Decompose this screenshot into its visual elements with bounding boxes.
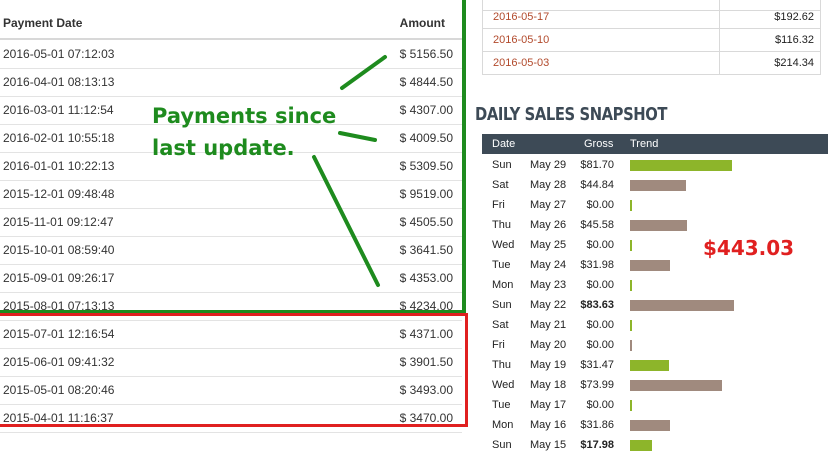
trend-bar	[630, 380, 722, 391]
snapshot-row: Sat May 28 $44.84	[482, 175, 828, 195]
gross-value: $0.00	[586, 279, 614, 291]
snapshot-trend-header: Trend	[630, 138, 659, 150]
table-row: 2016-05-10 $116.32	[482, 29, 821, 52]
day-of-week: Fri	[492, 199, 505, 211]
recent-date[interactable]: 2016-05-17	[493, 11, 549, 23]
snapshot-date: May 16	[530, 419, 567, 431]
gross-value: $17.98	[580, 439, 614, 451]
sales-total-annotation: $443.03	[703, 236, 795, 260]
day-of-week: Fri	[492, 339, 505, 351]
table-row: 2016-05-17 $192.62	[482, 6, 821, 29]
snapshot-row: Thu May 26 $45.58	[482, 215, 828, 235]
snapshot-row: Fri May 20 $0.00	[482, 335, 828, 355]
trend-bar	[630, 400, 632, 411]
trend-bar	[630, 220, 687, 231]
snapshot-gross-header: Gross	[584, 138, 614, 150]
snapshot-row: Fri May 27 $0.00	[482, 195, 828, 215]
day-of-week: Sun	[492, 439, 512, 451]
trend-bar	[630, 420, 670, 431]
gross-value: $0.00	[586, 399, 614, 411]
gross-value: $0.00	[586, 339, 614, 351]
payments-annotation: Payments since last update.	[152, 100, 352, 164]
day-of-week: Tue	[492, 259, 511, 271]
arrow-line-top	[340, 55, 387, 90]
gross-value: $44.84	[580, 179, 614, 191]
trend-bar	[630, 180, 686, 191]
recent-date[interactable]: 2016-05-03	[493, 57, 549, 69]
recent-amount: $214.34	[774, 57, 814, 69]
gross-value: $0.00	[586, 239, 614, 251]
gross-value: $31.47	[580, 359, 614, 371]
snapshot-row: Wed May 18 $73.99	[482, 375, 828, 395]
snapshot-row: Mon May 23 $0.00	[482, 275, 828, 295]
trend-bar	[630, 300, 734, 311]
snapshot-title: DAILY SALES SNAPSHOT	[475, 104, 668, 125]
snapshot-date: May 15	[530, 439, 567, 451]
recent-date[interactable]: 2016-05-10	[493, 34, 549, 46]
snapshot-row: Thu May 19 $31.47	[482, 355, 828, 375]
day-of-week: Mon	[492, 279, 514, 291]
day-of-week: Sun	[492, 159, 512, 171]
trend-bar	[630, 260, 670, 271]
snapshot-date: May 24	[530, 259, 567, 271]
snapshot-row: Sun May 15 $17.98	[482, 435, 828, 455]
snapshot-date: May 27	[530, 199, 567, 211]
snapshot-date: May 20	[530, 339, 567, 351]
table-row: 2016-05-03 $214.34	[482, 52, 821, 75]
snapshot-date: May 25	[530, 239, 567, 251]
recent-amount: $192.62	[774, 11, 814, 23]
gross-value: $45.58	[580, 219, 614, 231]
gross-value: $31.98	[580, 259, 614, 271]
snapshot-date: May 29	[530, 159, 567, 171]
day-of-week: Thu	[492, 219, 511, 231]
gross-value: $83.63	[580, 299, 614, 311]
annotation-line-1: Payments since	[152, 104, 337, 128]
snapshot-date: May 21	[530, 319, 567, 331]
trend-bar	[630, 440, 652, 451]
day-of-week: Thu	[492, 359, 511, 371]
snapshot-row: Sun May 29 $81.70	[482, 155, 828, 175]
trend-bar	[630, 160, 732, 171]
snapshot-date: May 26	[530, 219, 567, 231]
snapshot-date: May 23	[530, 279, 567, 291]
day-of-week: Sat	[492, 319, 509, 331]
day-of-week: Sun	[492, 299, 512, 311]
snapshot-header: Date Gross Trend	[482, 134, 828, 154]
snapshot-date: May 19	[530, 359, 567, 371]
snapshot-row: Mon May 16 $31.86	[482, 415, 828, 435]
trend-bar	[630, 240, 632, 251]
arrow-line-bottom	[312, 155, 380, 287]
snapshot-date: May 18	[530, 379, 567, 391]
trend-bar	[630, 320, 632, 331]
day-of-week: Mon	[492, 419, 514, 431]
gross-value: $73.99	[580, 379, 614, 391]
trend-bar	[630, 280, 632, 291]
trend-bar	[630, 200, 632, 211]
recent-amount: $116.32	[775, 34, 814, 46]
day-of-week: Wed	[492, 239, 515, 251]
snapshot-date: May 22	[530, 299, 567, 311]
trend-bar	[630, 340, 632, 351]
day-of-week: Wed	[492, 379, 515, 391]
gross-value: $31.86	[580, 419, 614, 431]
trend-bar	[630, 360, 669, 371]
day-of-week: Tue	[492, 399, 511, 411]
gross-value: $0.00	[586, 199, 614, 211]
snapshot-row: Tue May 17 $0.00	[482, 395, 828, 415]
annotation-line-2: last update.	[152, 136, 295, 160]
snapshot-row: Sun May 22 $83.63	[482, 295, 828, 315]
snapshot-row: Sat May 21 $0.00	[482, 315, 828, 335]
day-of-week: Sat	[492, 179, 509, 191]
snapshot-date-header: Date	[492, 138, 516, 150]
gross-value: $81.70	[580, 159, 614, 171]
snapshot-date: May 28	[530, 179, 567, 191]
snapshot-date: May 17	[530, 399, 567, 411]
gross-value: $0.00	[586, 319, 614, 331]
